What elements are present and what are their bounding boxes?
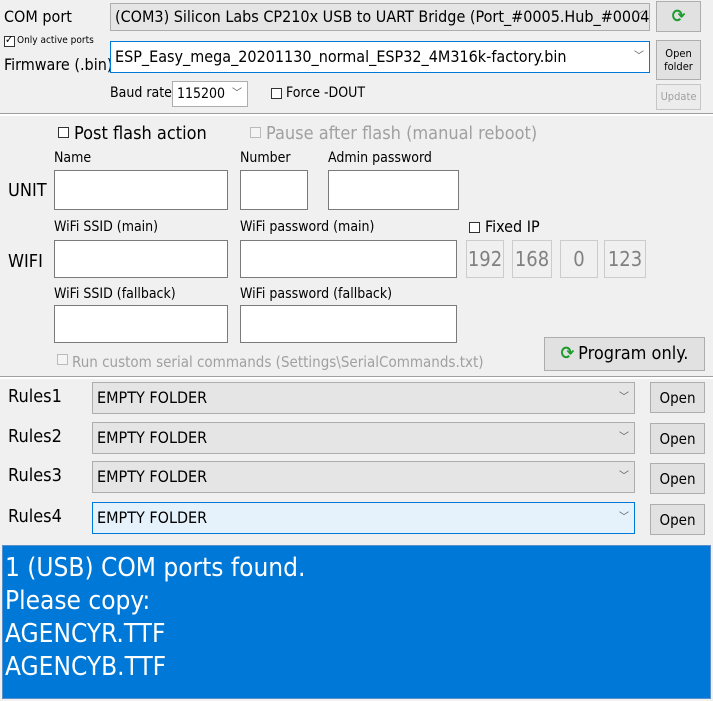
wifi-ssid-fallback-label: WiFi SSID (fallback) [54,286,176,302]
unit-name-input[interactable] [54,170,228,210]
program-only-label: Program only. [578,343,689,364]
rules1-value: EMPTY FOLDER [97,388,208,407]
refresh-icon: ⟳ [671,5,686,27]
rules4-select[interactable]: EMPTY FOLDER ﹀ [92,502,635,534]
top-separator [0,113,713,116]
rules3-label: Rules3 [8,465,62,486]
rules4-label: Rules4 [8,506,62,527]
wifi-password-main-input[interactable] [240,240,457,278]
rules3-open-button[interactable]: Open [650,463,705,494]
pause-after-flash-label: Pause after flash (manual reboot) [266,123,538,144]
rules3-open-label: Open [659,469,696,488]
ip-octet-2-value: 168 [514,247,550,271]
force-dout-checkbox[interactable] [271,88,282,99]
open-folder-label-line1: Open [665,47,692,60]
rules2-value: EMPTY FOLDER [97,428,208,447]
unit-section-label: UNIT [8,180,47,201]
chevron-down-icon: ﹀ [619,392,629,403]
log-line: AGENCYR.TTF [5,619,166,649]
only-active-ports-checkbox[interactable] [4,33,15,47]
rules1-open-label: Open [659,388,696,407]
com-port-select[interactable]: (COM3) Silicon Labs CP210x USB to UART B… [110,3,650,31]
ip-octet-3-value: 0 [573,247,585,271]
run-custom-serial-checkbox[interactable] [57,354,68,365]
wifi-ssid-main-label: WiFi SSID (main) [54,219,159,235]
update-label: Update [660,90,697,103]
refresh-ports-button[interactable]: ⟳ [656,1,701,32]
rules2-label: Rules2 [8,426,62,447]
run-custom-serial-label: Run custom serial commands (Settings\Ser… [72,353,484,371]
rules4-open-label: Open [659,510,696,529]
firmware-select[interactable]: ESP_Easy_mega_20201130_normal_ESP32_4M31… [110,41,650,73]
number-label: Number [240,150,291,166]
update-button[interactable]: Update [656,84,701,110]
wifi-password-fallback-label: WiFi password (fallback) [240,286,393,302]
only-active-ports-label: Only active ports [17,35,94,46]
refresh-icon: ⟳ [560,343,575,364]
ip-octet-4-value: 123 [607,247,643,271]
chevron-down-icon: ﹀ [634,51,644,62]
admin-password-label: Admin password [328,150,432,166]
rules1-label: Rules1 [8,386,62,407]
rules2-open-button[interactable]: Open [650,423,705,454]
com-port-label: COM port [4,7,72,26]
post-flash-checkbox[interactable] [58,127,69,138]
chevron-down-icon: ﹀ [619,512,629,523]
ip-octet-1-value: 192 [467,247,503,271]
log-line: AGENCYB.TTF [5,652,167,682]
rules1-open-button[interactable]: Open [650,382,705,413]
rules3-select[interactable]: EMPTY FOLDER ﹀ [92,461,635,493]
ip-octet-1-input[interactable]: 192 [466,240,504,278]
unit-number-input[interactable] [240,170,308,210]
wifi-ssid-main-input[interactable] [54,240,228,278]
baud-rate-label: Baud rate [110,85,172,101]
ip-octet-4-input[interactable]: 123 [604,240,646,278]
ip-octet-2-input[interactable]: 168 [512,240,552,278]
chevron-down-icon: ﹀ [619,432,629,443]
program-only-button[interactable]: ⟳ Program only. [544,337,705,371]
fixed-ip-checkbox[interactable] [469,222,480,233]
firmware-value: ESP_Easy_mega_20201130_normal_ESP32_4M31… [115,47,567,66]
admin-password-input[interactable] [328,170,459,210]
rules1-select[interactable]: EMPTY FOLDER ﹀ [92,382,635,414]
open-folder-label-line2: folder [664,60,693,73]
open-folder-button[interactable]: Open folder [656,40,701,80]
firmware-label: Firmware (.bin) [4,55,113,74]
baud-rate-select[interactable]: 115200 ﹀ [172,81,248,107]
wifi-password-fallback-input[interactable] [240,305,457,343]
chevron-down-icon: ﹀ [232,88,242,99]
rules4-open-button[interactable]: Open [650,504,705,535]
force-dout-label: Force -DOUT [286,85,366,101]
name-label: Name [54,150,92,166]
com-port-value: (COM3) Silicon Labs CP210x USB to UART B… [115,7,650,26]
chevron-down-icon: ﹀ [634,11,644,22]
log-line: 1 (USB) COM ports found. [5,553,306,583]
baud-rate-value: 115200 [177,86,226,102]
rules2-select[interactable]: EMPTY FOLDER ﹀ [92,422,635,454]
wifi-section-label: WIFI [8,251,43,272]
post-flash-label: Post flash action [74,123,207,144]
chevron-down-icon: ﹀ [619,471,629,482]
ip-octet-3-input[interactable]: 0 [560,240,598,278]
wifi-password-main-label: WiFi password (main) [240,219,375,235]
rules4-value: EMPTY FOLDER [97,508,208,527]
log-output[interactable]: 1 (USB) COM ports found. Please copy: AG… [2,545,711,699]
wifi-ssid-fallback-input[interactable] [54,305,228,343]
rules2-open-label: Open [659,429,696,448]
rules3-value: EMPTY FOLDER [97,467,208,486]
rules-separator [0,376,713,379]
pause-after-flash-checkbox[interactable] [250,127,261,138]
fixed-ip-label: Fixed IP [485,217,540,236]
log-line: Please copy: [5,586,151,616]
